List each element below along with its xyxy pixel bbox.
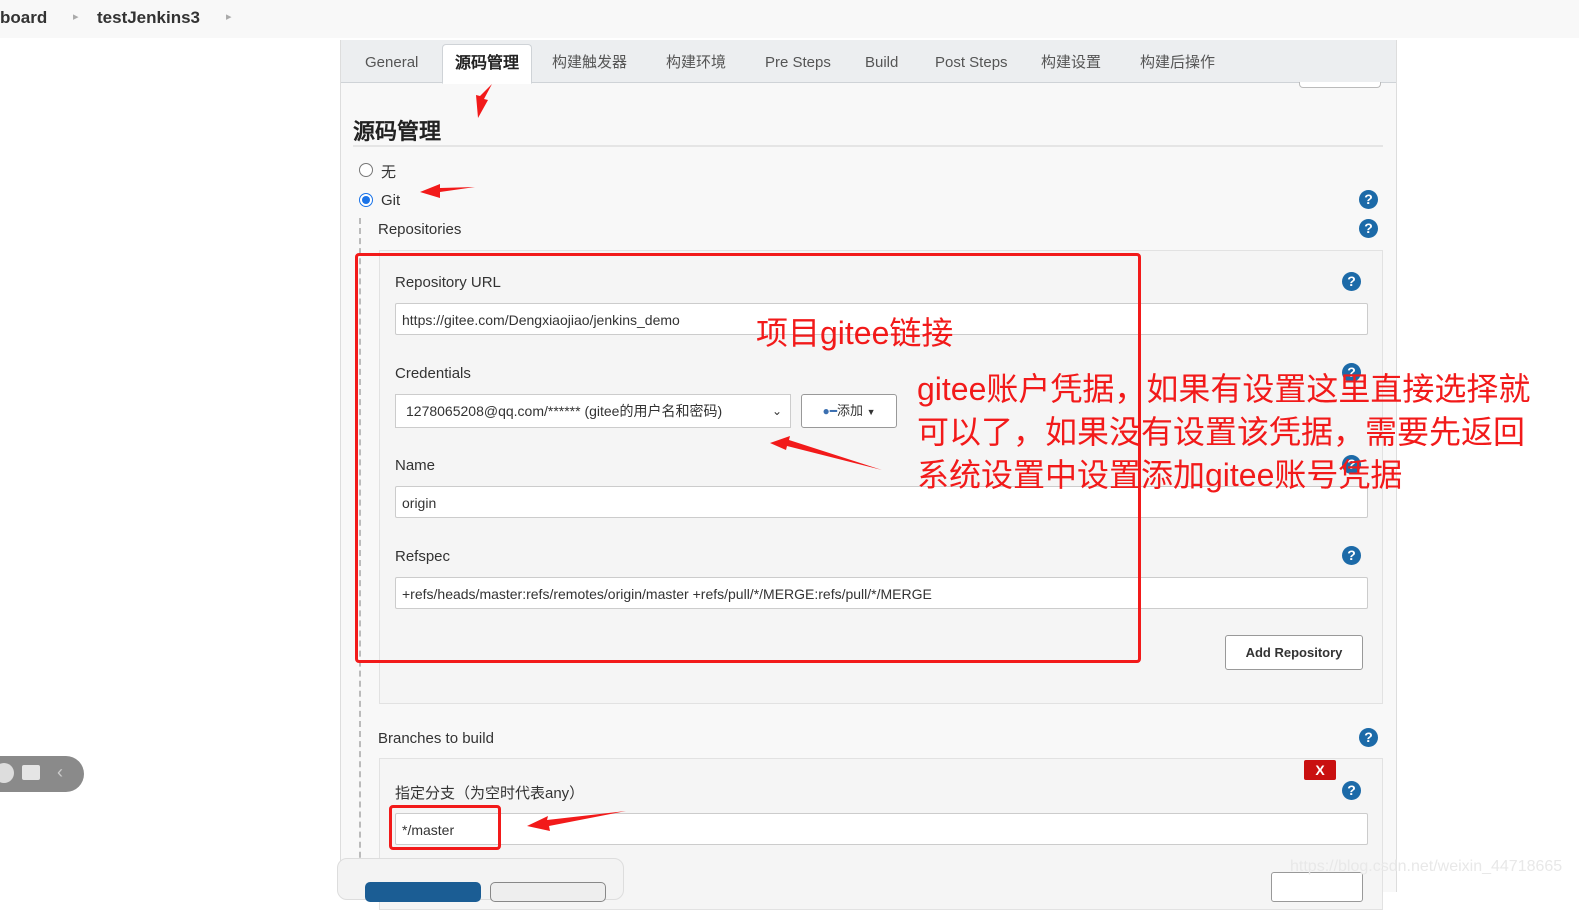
breadcrumb-job[interactable]: testJenkins3 xyxy=(97,8,200,28)
tab-scm[interactable]: 源码管理 xyxy=(442,44,533,84)
breadcrumb-separator-icon: ▸ xyxy=(73,11,79,23)
save-apply-bar xyxy=(337,858,624,902)
breadcrumb-bar: board ▸ testJenkins3 ▸ xyxy=(0,0,1579,38)
add-branch-button[interactable] xyxy=(1271,872,1363,902)
help-icon[interactable]: ? xyxy=(1342,272,1361,291)
scm-git-label: Git xyxy=(381,192,401,209)
tab-general[interactable]: General xyxy=(353,44,430,82)
annotation-credentials-line-1: gitee账户凭据，如果有设置这里直接选择就 xyxy=(917,371,1531,407)
help-icon[interactable]: ? xyxy=(1359,219,1378,238)
repositories-label: Repositories xyxy=(378,221,462,238)
tab-post-steps[interactable]: Post Steps xyxy=(923,44,1020,82)
collapsed-button-edge xyxy=(1299,82,1381,88)
scm-git-radio[interactable] xyxy=(359,193,373,207)
annotation-credentials-line-2: 可以了，如果没有设置该凭据，需要先返回 xyxy=(917,414,1526,450)
add-repository-button[interactable]: Add Repository xyxy=(1225,635,1363,670)
tab-pre-steps[interactable]: Pre Steps xyxy=(753,44,843,82)
emoji-icon[interactable] xyxy=(0,763,14,783)
branches-label: Branches to build xyxy=(378,730,494,747)
section-divider xyxy=(353,145,1383,147)
save-button[interactable] xyxy=(365,882,481,902)
section-title: 源码管理 xyxy=(353,119,442,144)
watermark: https://blog.csdn.net/weixin_44718665 xyxy=(1290,858,1563,875)
delete-branch-button[interactable]: X xyxy=(1304,760,1336,780)
apply-button[interactable] xyxy=(490,882,606,902)
branch-specifier-input[interactable]: */master xyxy=(395,813,1368,845)
tab-build-triggers[interactable]: 构建触发器 xyxy=(540,44,639,82)
help-icon[interactable]: ? xyxy=(1359,190,1378,209)
help-icon[interactable]: ? xyxy=(1342,546,1361,565)
scm-none-radio[interactable] xyxy=(359,163,373,177)
branch-specifier-label: 指定分支（为空时代表any） xyxy=(395,785,585,802)
help-icon[interactable]: ? xyxy=(1342,781,1361,800)
tab-bar: General 源码管理 构建触发器 构建环境 Pre Steps Build … xyxy=(341,40,1396,84)
tab-build[interactable]: Build xyxy=(853,44,910,82)
tab-post-build-actions[interactable]: 构建后操作 xyxy=(1128,44,1227,82)
help-icon[interactable]: ? xyxy=(1359,728,1378,747)
chevron-left-icon[interactable]: ‹ xyxy=(57,762,63,783)
breadcrumb-separator-icon[interactable]: ▸ xyxy=(226,10,232,23)
annotation-credentials-line-3: 系统设置中设置添加gitee账号凭据 xyxy=(917,457,1403,493)
scm-none-label: 无 xyxy=(381,164,397,181)
comment-icon[interactable] xyxy=(22,765,40,780)
annotation-repo-link: 项目gitee链接 xyxy=(756,315,954,351)
floating-toolbar: ‹ xyxy=(0,756,84,792)
tab-build-settings[interactable]: 构建设置 xyxy=(1029,44,1113,82)
annotation-box-branch xyxy=(389,805,501,850)
tab-build-environment[interactable]: 构建环境 xyxy=(654,44,738,82)
breadcrumb-dashboard[interactable]: board xyxy=(0,8,47,28)
